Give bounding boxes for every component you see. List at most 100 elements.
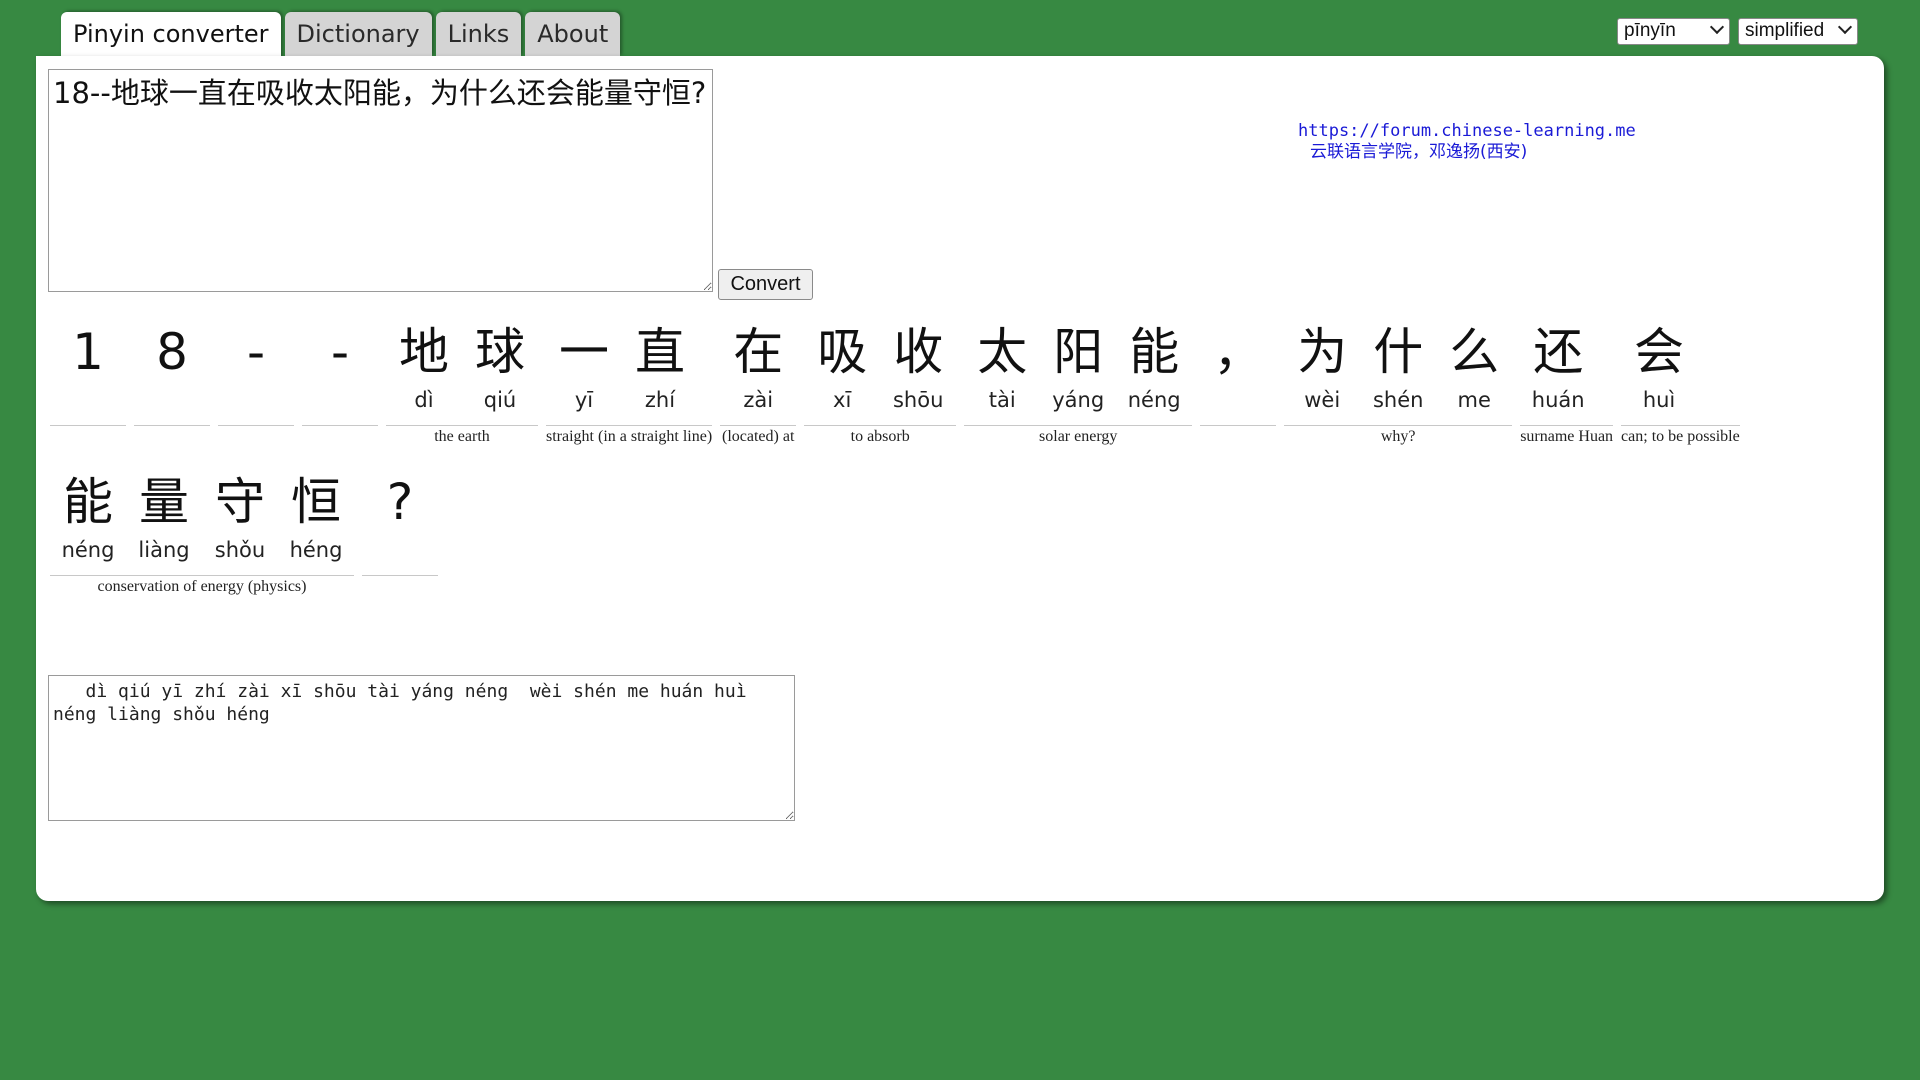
pinyin-text: shōu: [892, 388, 944, 412]
word-group[interactable]: -: [302, 315, 378, 447]
pinyin-text: [218, 389, 294, 411]
word-gloss: (located) at: [721, 428, 795, 445]
word-gloss: [362, 576, 438, 597]
syllable: 太 tài: [964, 315, 1040, 411]
pinyin-text: qiú: [483, 388, 517, 412]
hanzi-char: 还: [1533, 323, 1584, 381]
word-gloss: [134, 426, 210, 447]
result-line: 能 néng 量 liàng 守 shǒu 恒 héng conservation of ene…: [50, 465, 1850, 597]
hanzi-char: ?: [386, 473, 414, 531]
hanzi-char: 8: [156, 323, 188, 381]
tab-links[interactable]: Links: [435, 12, 522, 56]
syllable: 么 me: [1436, 315, 1512, 411]
hanzi-char: 1: [72, 323, 104, 381]
pinyin-text: [362, 539, 438, 561]
pinyin-text: [302, 389, 378, 411]
word-gloss: to absorb: [850, 428, 910, 445]
word-gloss: [302, 426, 378, 447]
hanzi-char: 么: [1449, 323, 1500, 381]
word-gloss: the earth: [434, 428, 490, 445]
syllable: 什 shén: [1360, 315, 1436, 411]
tab-dictionary[interactable]: Dictionary: [284, 12, 432, 56]
script-value: simplified: [1745, 20, 1825, 41]
syllable: 还 huán: [1520, 315, 1596, 411]
word-gloss: conservation of energy (physics): [97, 578, 307, 595]
syllable-row: 能 néng 量 liàng 守 shǒu 恒 héng: [50, 465, 354, 561]
word-gloss: can; to be possible: [1621, 428, 1740, 445]
syllable-row: -: [302, 315, 378, 411]
syllable-row: ?: [362, 465, 438, 561]
pinyin-text: me: [1457, 388, 1491, 412]
hanzi-char: 恒: [291, 473, 341, 531]
word-group[interactable]: 太 tài 阳 yáng 能 néng solar energy: [964, 315, 1193, 447]
word-group[interactable]: -: [218, 315, 294, 447]
syllable: ，: [1200, 315, 1276, 411]
script-select[interactable]: simplified: [1738, 18, 1858, 45]
syllable-row: 8: [134, 315, 210, 411]
hanzi-char: 能: [1129, 323, 1180, 381]
syllable-row: 还 huán: [1520, 315, 1613, 411]
pinyin-text: xī: [833, 388, 852, 412]
option-selects: pīnyīn simplified: [1617, 18, 1858, 45]
pinyin-output[interactable]: dì qiú yī zhí zài xī shōu tài yáng néng …: [48, 675, 795, 821]
syllable: 1: [50, 315, 126, 411]
hanzi-char: 球: [475, 323, 525, 381]
convert-button[interactable]: Convert: [718, 269, 813, 300]
syllable: 8: [134, 315, 210, 411]
syllable-row: 地 dì 球 qiú: [386, 315, 538, 411]
word-group[interactable]: 还 huán surname Huan: [1520, 315, 1614, 447]
site-info: https://forum.chinese-learning.me 云联语言学院…: [1298, 121, 1636, 163]
chinese-input[interactable]: 18--地球一直在吸收太阳能，为什么还会能量守恒?: [48, 69, 713, 292]
pinyin-text: néng: [61, 538, 115, 562]
word-gloss: [1200, 426, 1276, 447]
tab-about[interactable]: About: [525, 12, 621, 56]
syllable-row: 会 huì: [1621, 315, 1740, 411]
tone-style-value: pīnyīn: [1624, 20, 1676, 41]
syllable-row: 吸 xī 收 shōu: [804, 315, 956, 411]
app-root: Pinyin converter Dictionary Links About …: [0, 0, 1920, 1080]
word-gloss: surname Huan: [1520, 428, 1614, 445]
tab-pinyin-converter[interactable]: Pinyin converter: [61, 12, 281, 58]
word-gloss: solar energy: [1039, 428, 1118, 445]
syllable: 一 yī: [546, 315, 622, 411]
word-group[interactable]: 吸 xī 收 shōu to absorb: [804, 315, 957, 447]
hanzi-char: 守: [215, 473, 265, 531]
word-group[interactable]: ，: [1200, 315, 1277, 447]
site-url-link[interactable]: https://forum.chinese-learning.me: [1298, 121, 1636, 142]
pinyin-text: zài: [743, 388, 774, 412]
word-group[interactable]: ?: [362, 465, 438, 597]
hanzi-char: 收: [893, 323, 944, 381]
word-group[interactable]: 为 wèi 什 shén 么 me why?: [1284, 315, 1513, 447]
syllable: 恒 héng: [278, 465, 354, 561]
hanzi-char: 能: [63, 473, 113, 531]
syllable: 阳 yáng: [1040, 315, 1116, 411]
hanzi-char: 一: [559, 323, 609, 381]
word-group[interactable]: 能 néng 量 liàng 守 shǒu 恒 héng conservation of ene…: [50, 465, 354, 597]
hanzi-char: 吸: [817, 323, 868, 381]
hanzi-char: 太: [977, 323, 1028, 381]
pinyin-text: yáng: [1052, 388, 1105, 412]
tone-style-select[interactable]: pīnyīn: [1617, 18, 1730, 45]
result-line: 1 8- - 地 dì 球 qiú the earth 一 yī 直 zhí straight (in …: [50, 315, 1850, 447]
word-group[interactable]: 一 yī 直 zhí straight (in a straight line): [546, 315, 713, 447]
chevron-down-icon: [1709, 19, 1725, 35]
pinyin-text: huán: [1531, 388, 1585, 412]
syllable-row: ，: [1200, 315, 1276, 411]
word-group[interactable]: 8: [134, 315, 210, 447]
pinyin-text: néng: [1127, 388, 1181, 412]
hanzi-char: 什: [1373, 323, 1424, 381]
word-group[interactable]: 会 huì can; to be possible: [1621, 315, 1740, 447]
pinyin-text: shén: [1372, 388, 1424, 412]
pinyin-text: shǒu: [214, 538, 266, 562]
word-group[interactable]: 地 dì 球 qiú the earth: [386, 315, 538, 447]
syllable: 球 qiú: [462, 315, 538, 411]
tab-bar: Pinyin converter Dictionary Links About: [61, 12, 624, 58]
syllable: 量 liàng: [126, 465, 202, 561]
syllable-row: 1: [50, 315, 126, 411]
word-group[interactable]: 1: [50, 315, 126, 447]
word-gloss: [50, 426, 126, 447]
converted-result: 1 8- - 地 dì 球 qiú the earth 一 yī 直 zhí straight (in …: [50, 315, 1850, 615]
pinyin-text: [134, 389, 210, 411]
hanzi-char: ，: [1213, 323, 1264, 381]
word-group[interactable]: 在 zài (located) at: [720, 315, 797, 447]
